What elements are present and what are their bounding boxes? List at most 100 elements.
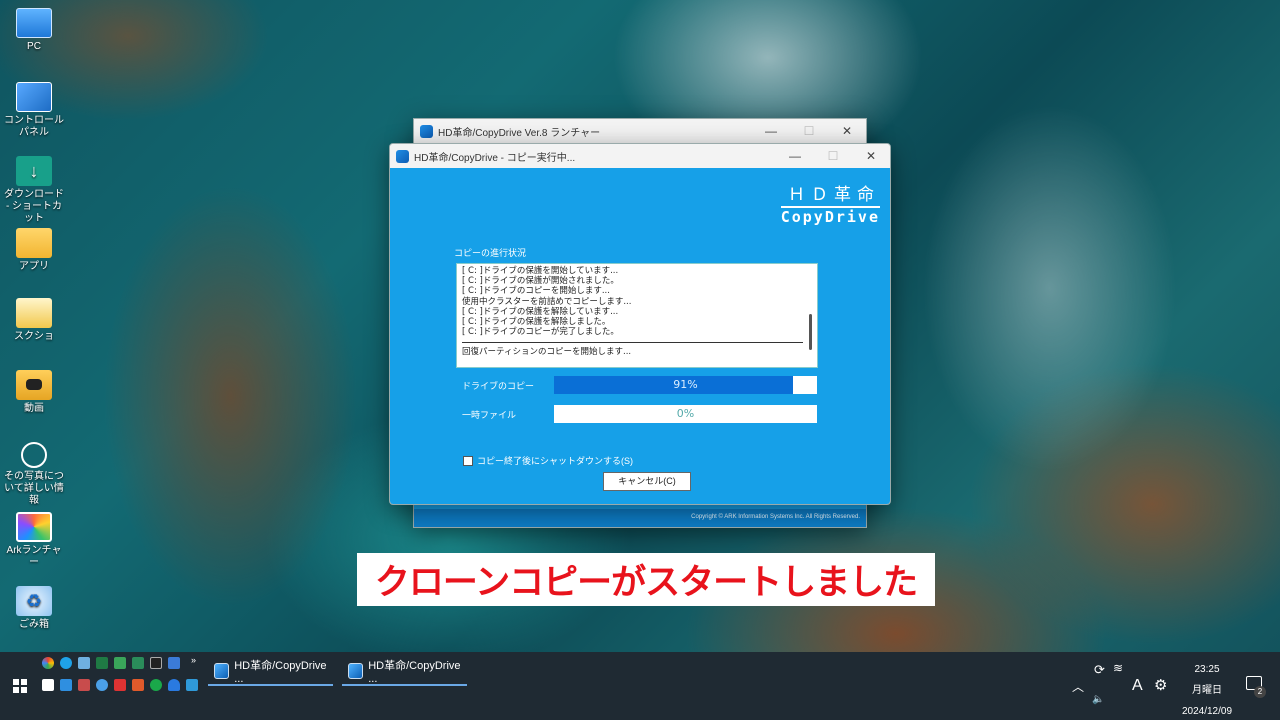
wifi-icon[interactable]: ≋ (1113, 661, 1123, 675)
more-apps-chevron-icon[interactable]: » (191, 655, 196, 665)
show-hidden-icons-chevron-icon[interactable]: ︿ (1072, 678, 1084, 695)
log-line: [ C: ]ドライブの保護を開始しています... (462, 266, 619, 276)
acrobat-icon[interactable] (114, 679, 126, 691)
desktop-icon-label: Arkランチャー (6, 545, 62, 568)
browser-icon[interactable] (96, 679, 108, 691)
caption-text: クローンコピーがスタートしました (374, 563, 918, 603)
desktop-icon-recycle-bin[interactable]: ♻ ごみ箱 (2, 586, 66, 631)
desktop-icon-label: ダウンロード - ショートカット (4, 189, 64, 224)
log-line: [ C: ]ドライブのコピーが完了しました。 (462, 327, 619, 338)
active-indicator (342, 684, 467, 686)
edge-icon[interactable] (60, 657, 72, 669)
desktop-icon-apps[interactable]: アプリ (2, 228, 66, 273)
logo-top-text: ＨＤ革命 (780, 180, 880, 208)
taskbar-button-label: HD革命/CopyDrive ... (234, 660, 327, 685)
desktop-icon-videos[interactable]: 動画 (2, 370, 66, 415)
windows-logo-icon (13, 679, 19, 685)
calendar-icon[interactable] (78, 679, 90, 691)
display-icon[interactable] (186, 679, 198, 691)
desktop-icon-label: PC (27, 41, 41, 52)
hd-kakumei-app-icon (214, 663, 230, 679)
chrome-icon[interactable] (42, 657, 54, 669)
desktop-icon-label: コントロールパネル (4, 115, 64, 138)
copydrive-logo: ＨＤ革命 CopyDrive (780, 180, 880, 226)
drive-copy-label: ドライブのコピー (462, 380, 535, 391)
volume-icon[interactable]: 🔈 (1092, 694, 1104, 705)
taskbar-button-copydrive-1[interactable]: HD革命/CopyDrive ... (208, 656, 333, 686)
log-line: [ C: ]ドライブの保護を解除しました。 (462, 317, 611, 328)
desktop-icon-photo-info[interactable]: その写真について詳しい情報 (2, 442, 66, 507)
copy-window-title: HD革命/CopyDrive - コピー実行中... (414, 152, 576, 164)
excel-file-icon[interactable] (132, 657, 144, 669)
close-button[interactable]: ✕ (828, 119, 866, 143)
maximize-button[interactable]: ☐ (790, 119, 828, 143)
copy-window-titlebar[interactable]: HD革命/CopyDrive - コピー実行中... — ☐ ✕ (390, 144, 890, 168)
app-icon[interactable] (168, 657, 180, 669)
spreadsheet-icon[interactable] (114, 657, 126, 669)
taskbar-clock[interactable]: 23:25 月曜日 2024/12/09 (1176, 659, 1238, 720)
settings-gear-icon[interactable]: ⚙ (1154, 676, 1167, 694)
sync-icon[interactable]: ⟳ (1094, 662, 1105, 678)
log-separator (462, 342, 803, 344)
start-button[interactable] (13, 679, 27, 693)
launcher-titlebar[interactable]: HD革命/CopyDrive Ver.8 ランチャー — ☐ ✕ (414, 119, 866, 143)
office-icon[interactable] (132, 679, 144, 691)
desktop-icon-label: 動画 (24, 403, 44, 414)
shutdown-option[interactable]: コピー終了後にシャットダウンする(S) (463, 454, 633, 467)
clock-time: 23:25 (1194, 664, 1220, 675)
video-folder-icon (16, 370, 52, 400)
x-icon[interactable] (150, 657, 162, 669)
shutdown-checkbox-label: コピー終了後にシャットダウンする(S) (477, 456, 633, 466)
cancel-button[interactable]: キャンセル(C) (603, 472, 691, 491)
update-icon (21, 442, 47, 468)
clock-date: 2024/12/09 (1181, 706, 1233, 717)
close-button[interactable]: ✕ (852, 144, 890, 168)
recycle-bin-icon: ♻ (16, 586, 52, 616)
clock-day: 月曜日 (1192, 685, 1222, 696)
copy-window-body: ＨＤ革命 CopyDrive コピーの進行状況 [ C: ]ドライブの保護を開始… (390, 168, 890, 504)
caption-banner: クローンコピーがスタートしました (357, 553, 935, 606)
photos-icon[interactable] (78, 657, 90, 669)
taskbar-button-copydrive-2[interactable]: HD革命/CopyDrive ... (342, 656, 467, 686)
hd-kakumei-app-icon (396, 149, 409, 163)
progress-section-label: コピーの進行状況 (454, 248, 527, 258)
log-scrollbar[interactable] (807, 266, 815, 365)
pc-icon (16, 8, 52, 38)
desktop-icon-label: アプリ (19, 261, 49, 272)
drive-copy-percent: 91% (673, 378, 698, 391)
folder-icon (16, 228, 52, 258)
excel-icon[interactable] (96, 657, 108, 669)
shutdown-checkbox[interactable] (463, 455, 473, 466)
ark-launcher-icon (16, 512, 52, 542)
maximize-button[interactable]: ☐ (814, 144, 852, 168)
log-line: 使用中クラスターを前詰めでコピーします... (462, 296, 632, 307)
desktop-icon-pc[interactable]: PC (2, 8, 66, 53)
logo-bottom-text: CopyDrive (780, 208, 880, 226)
line-icon[interactable] (150, 679, 162, 691)
log-line: [ C: ]ドライブの保護を解除しています... (462, 306, 619, 317)
desktop-icon-screenshots[interactable]: スクショ (2, 298, 66, 343)
desktop-icon-label: ごみ箱 (19, 619, 49, 630)
log-line: 回復パーティションのコピーを開始します... (462, 347, 632, 358)
store-icon[interactable] (60, 679, 72, 691)
taskbar-button-label: HD革命/CopyDrive ... (368, 660, 461, 685)
taskbar: » HD革命/CopyDrive ... HD革命/CopyDrive ... … (0, 652, 1280, 720)
drive-copy-row: ドライブのコピー 91% (462, 376, 817, 394)
hd-kakumei-app-icon (420, 124, 433, 138)
drive-copy-progress-bar: 91% (554, 376, 817, 394)
ime-indicator[interactable]: A (1132, 677, 1143, 695)
desktop-icon-ark-launcher[interactable]: Arkランチャー (2, 512, 66, 569)
copy-progress-window[interactable]: HD革命/CopyDrive - コピー実行中... — ☐ ✕ ＨＤ革命 Co… (389, 143, 891, 505)
desktop-icon-label: その写真について詳しい情報 (4, 471, 64, 506)
control-panel-icon (16, 82, 52, 112)
temp-file-progress-bar: 0% (554, 405, 817, 423)
log-scrollbar-thumb[interactable] (809, 314, 812, 350)
desktop-icon-download[interactable]: ↓ ダウンロード - ショートカット (2, 156, 66, 225)
home-icon[interactable] (42, 679, 54, 691)
desktop-icon-control-panel[interactable]: コントロールパネル (2, 82, 66, 139)
minimize-button[interactable]: — (752, 119, 790, 143)
minimize-button[interactable]: — (776, 144, 814, 168)
launcher-copyright: Copyright © ARK Information Systems Inc.… (414, 509, 866, 527)
copy-log[interactable]: [ C: ]ドライブの保護を開始しています... [ C: ]ドライブの保護が開… (456, 263, 818, 368)
onedrive-icon[interactable] (168, 679, 180, 691)
